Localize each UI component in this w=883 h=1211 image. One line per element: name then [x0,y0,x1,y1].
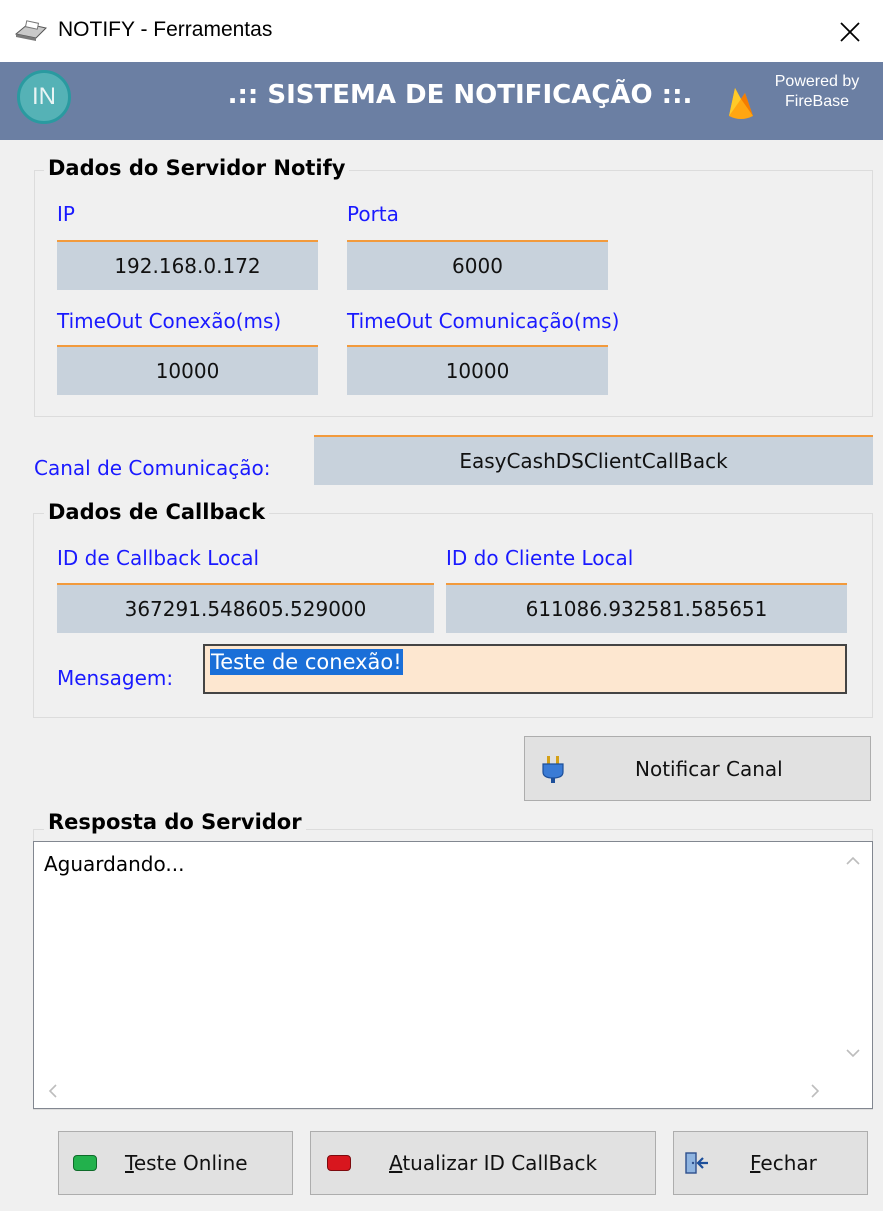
update-callback-id-label: Atualizar ID CallBack [389,1151,598,1175]
notify-channel-label: Notificar Canal [635,756,783,781]
firebase-flame-icon [729,88,753,119]
vertical-scrollbar[interactable] [836,842,871,1074]
scroll-down-icon[interactable] [846,1048,860,1058]
test-online-button[interactable]: Teste Online [58,1131,293,1195]
plug-icon [542,755,564,783]
callback-group-title: Dados de Callback [44,500,270,524]
scroll-left-icon[interactable] [48,1084,58,1098]
server-response-text: Aguardando... [44,852,185,876]
banner-title: .:: SISTEMA DE NOTIFICAÇÃO ::. [227,80,693,110]
timeout-connection-field[interactable]: 10000 [57,345,318,395]
horizontal-scrollbar[interactable] [34,1074,836,1108]
callback-id-label: ID de Callback Local [57,546,260,570]
powered-by-line2: FireBase [784,93,850,110]
close-label: Fechar [750,1151,817,1175]
server-response-textarea[interactable] [33,841,873,1109]
scroll-up-icon[interactable] [846,856,860,866]
printer-icon [14,20,47,41]
ip-label: IP [57,202,75,226]
message-input[interactable]: Teste de conexão! [203,644,847,694]
port-field[interactable]: 6000 [347,240,608,290]
status-led-red-icon [327,1155,351,1171]
channel-label: Canal de Comunicação: [34,456,271,480]
status-led-green-icon [73,1155,97,1171]
channel-field[interactable]: EasyCashDSClientCallBack [314,435,873,485]
message-selected-text: Teste de conexão! [210,649,403,675]
update-callback-id-button[interactable]: Atualizar ID CallBack [310,1131,656,1195]
client-id-field[interactable]: 611086.932581.585651 [446,583,847,633]
callback-id-field[interactable]: 367291.548605.529000 [57,583,434,633]
message-label: Mensagem: [57,666,174,690]
window-title: NOTIFY - Ferramentas [58,18,273,41]
test-online-label: Teste Online [125,1151,248,1175]
exit-door-icon [685,1152,708,1174]
ip-field[interactable]: 192.168.0.172 [57,240,318,290]
timeout-connection-label: TimeOut Conexão(ms) [57,309,282,333]
timeout-communication-label: TimeOut Comunicação(ms) [347,309,620,333]
server-group-title: Dados do Servidor Notify [44,156,350,180]
powered-by-firebase: Powered by FireBase [756,72,878,112]
client-id-label: ID do Cliente Local [446,546,634,570]
notify-channel-button[interactable]: Notificar Canal [524,736,871,801]
response-group-title: Resposta do Servidor [44,810,306,834]
app-logo: IN [17,70,71,124]
port-label: Porta [347,202,399,226]
close-button[interactable]: Fechar [673,1131,868,1195]
powered-by-line1: Powered by [774,73,860,90]
timeout-communication-field[interactable]: 10000 [347,345,608,395]
close-window-button[interactable] [830,12,870,52]
close-icon [840,22,860,42]
scroll-right-icon[interactable] [810,1084,820,1098]
